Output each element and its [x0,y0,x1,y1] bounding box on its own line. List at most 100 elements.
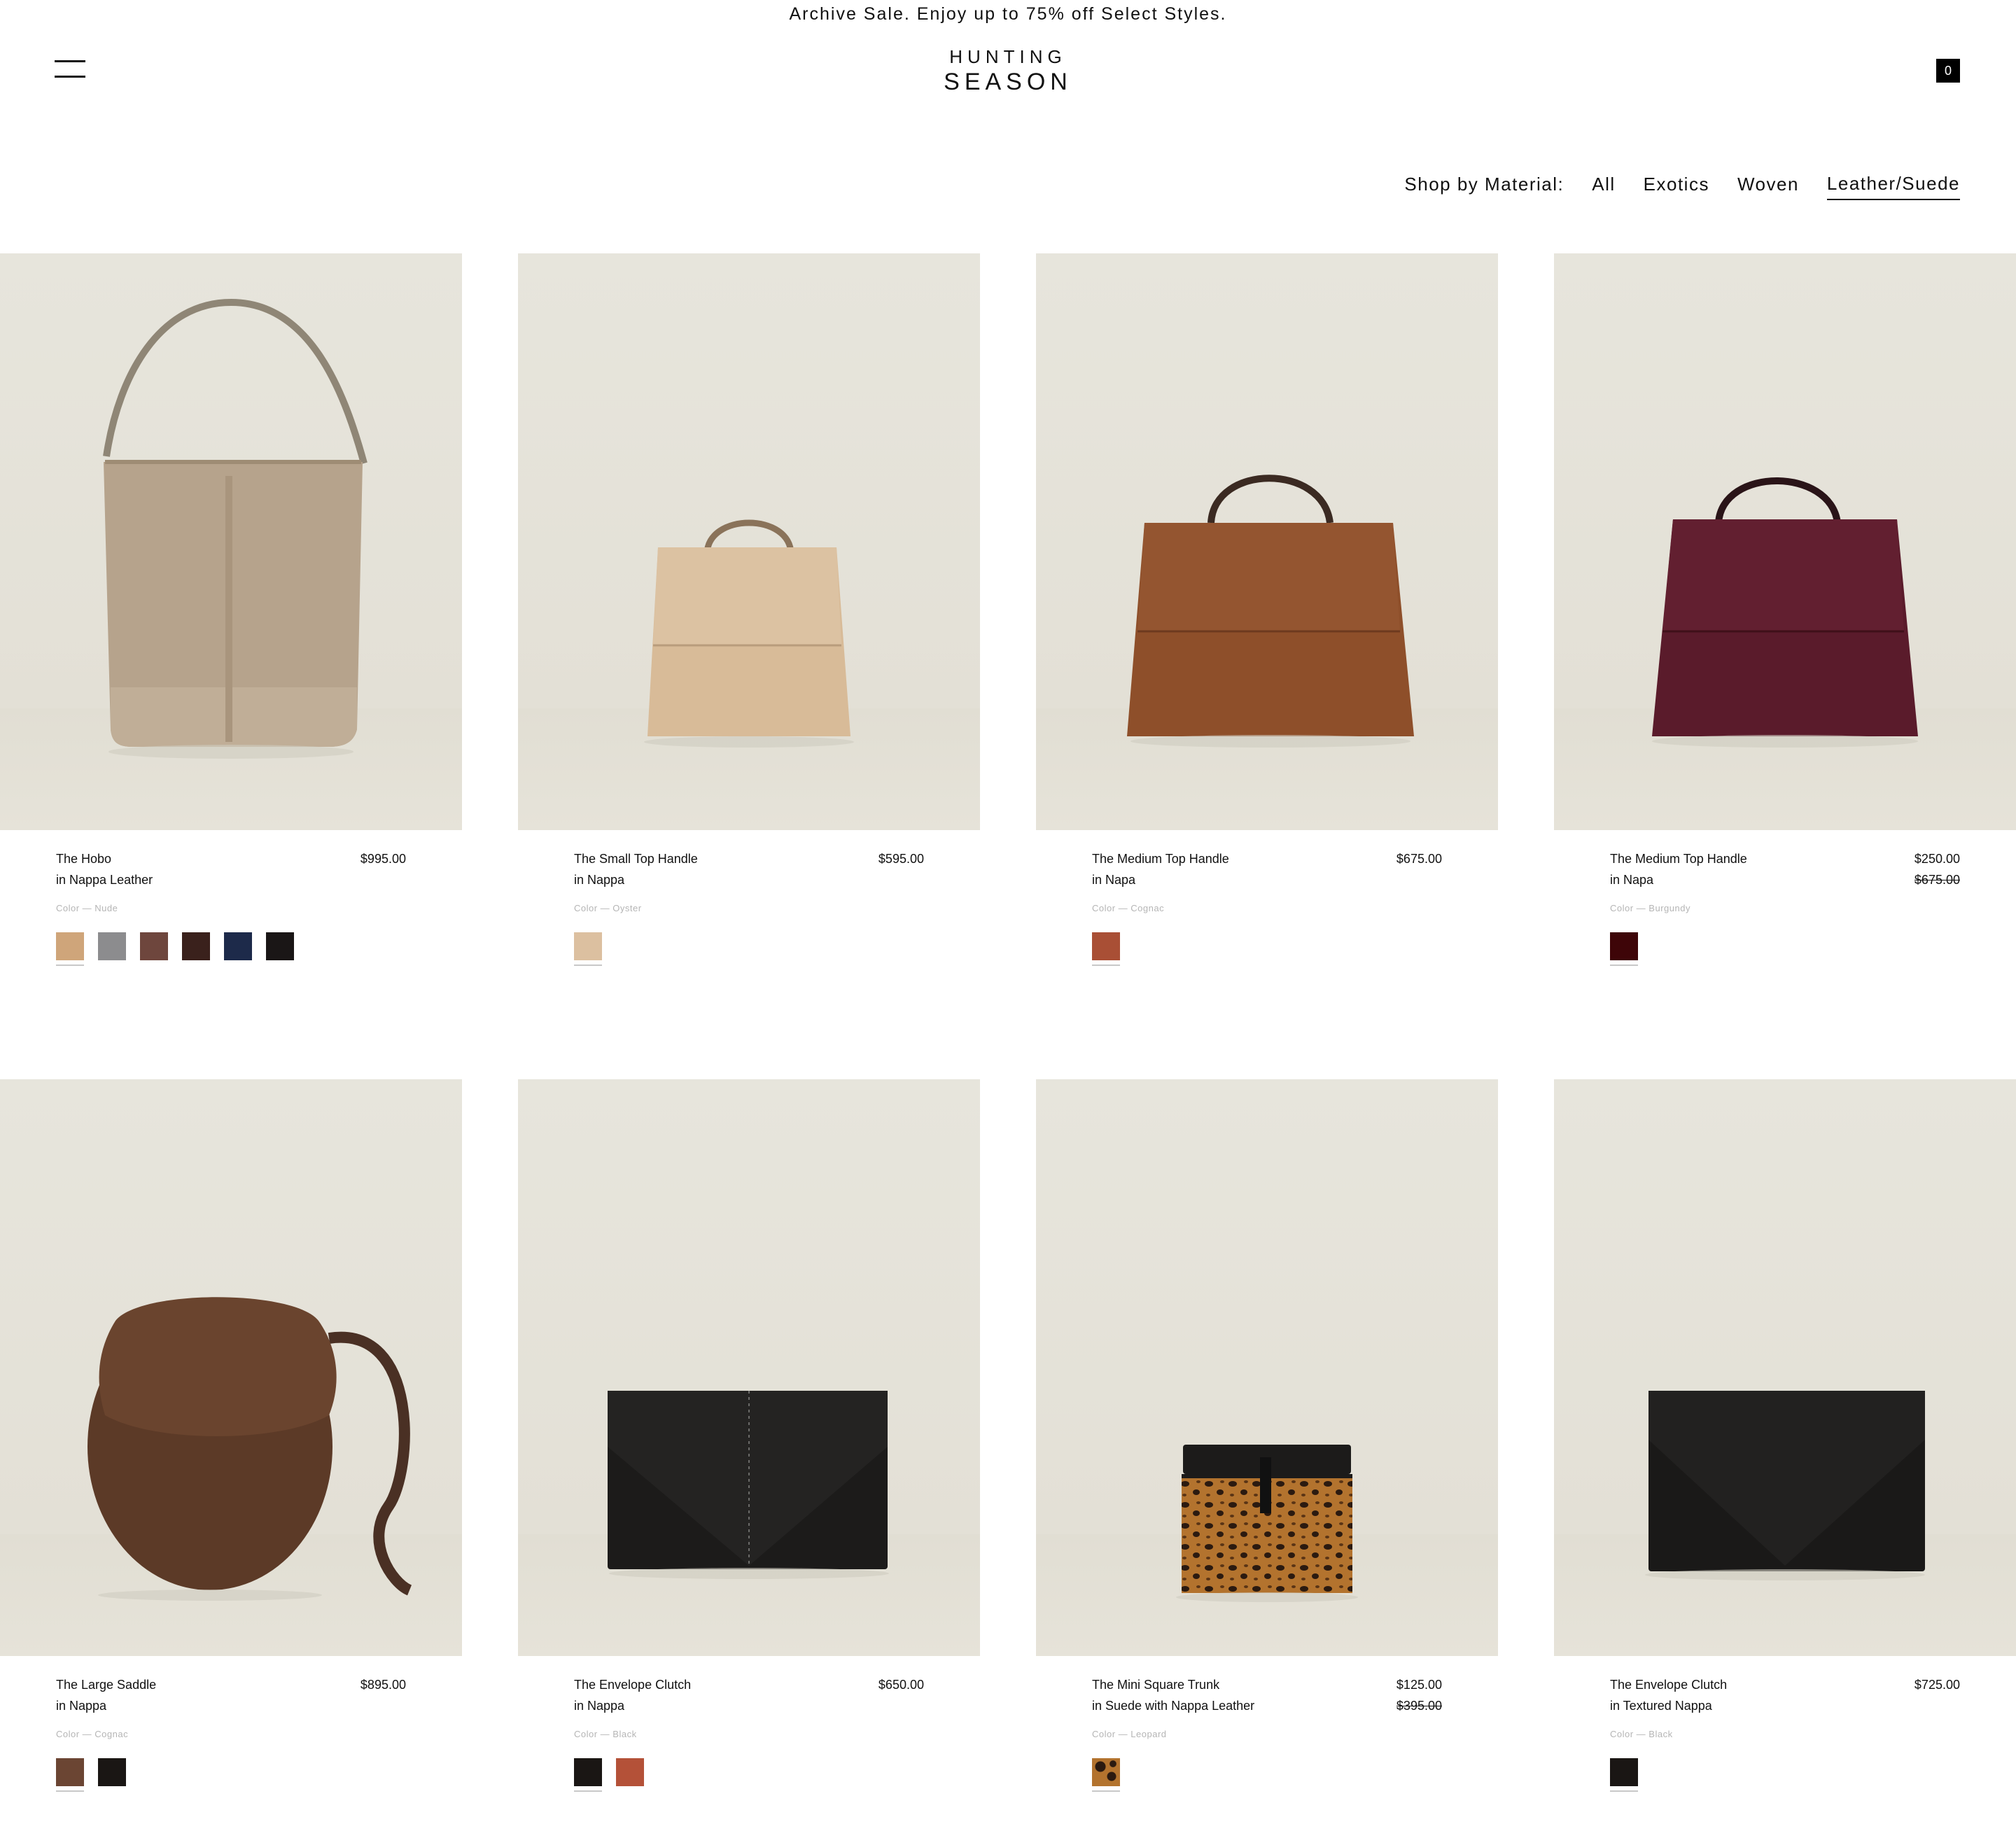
material-filter-exotics[interactable]: Exotics [1644,169,1709,199]
product-name[interactable]: The Medium Top Handle in Napa [1092,848,1372,890]
product-title[interactable]: The Hobo [56,848,336,869]
product-title[interactable]: The Small Top Handle [574,848,854,869]
product-name[interactable]: The Medium Top Handle in Napa [1610,848,1890,890]
product-material: in Nappa [574,873,625,887]
brand-logo-line1: HUNTING [949,46,1067,67]
product-material: in Napa [1092,873,1136,887]
color-swatch[interactable] [224,932,252,960]
product-image[interactable] [1554,253,2016,830]
color-swatches [1092,932,1134,966]
cart-count-badge[interactable]: 0 [1936,59,1960,83]
hamburger-menu-icon[interactable] [55,60,85,78]
medium-top-handle-burgundy-illustration [1652,477,1918,748]
color-swatches [1610,1758,1652,1792]
product-card[interactable]: The Mini Square Trunk in Suede with Napp… [1036,1079,1498,1838]
color-swatches [1092,1758,1134,1792]
product-image[interactable] [1036,1079,1498,1656]
product-image[interactable] [518,253,980,830]
material-filter-woven[interactable]: Woven [1737,169,1799,199]
material-filter-all[interactable]: All [1592,169,1615,199]
product-name[interactable]: The Mini Square Trunk in Suede with Napp… [1092,1674,1372,1716]
product-title[interactable]: The Envelope Clutch [574,1674,854,1695]
product-name[interactable]: The Envelope Clutch in Textured Nappa [1610,1674,1890,1716]
product-title[interactable]: The Medium Top Handle [1092,848,1372,869]
product-price-block: $250.00 $675.00 [1914,848,1960,890]
product-image[interactable] [1036,253,1498,830]
product-image[interactable] [1554,1079,2016,1656]
color-swatch[interactable] [1610,932,1638,966]
envelope-clutch-textured-illustration [1645,1391,1925,1580]
product-price: $595.00 [878,852,924,866]
product-name[interactable]: The Hobo in Nappa Leather [56,848,336,890]
color-swatches [56,932,308,966]
color-swatch[interactable] [56,1758,84,1792]
color-swatch[interactable] [98,932,126,960]
product-price: $650.00 [878,1678,924,1692]
product-material: in Nappa [56,1699,107,1713]
product-title[interactable]: The Large Saddle [56,1674,336,1695]
product-price: $725.00 [1914,1678,1960,1692]
color-label: Color — Leopard [1092,1729,1167,1739]
material-filter-leather-suede[interactable]: Leather/Suede [1826,169,1960,200]
product-price-block: $650.00 [878,1674,924,1695]
color-swatches [574,1758,658,1792]
product-price: $895.00 [360,1678,406,1692]
color-swatch[interactable] [140,932,168,960]
product-title[interactable]: The Envelope Clutch [1610,1674,1890,1695]
product-image[interactable] [0,253,462,830]
product-original-price: $675.00 [1914,873,1960,887]
color-swatch[interactable] [1092,932,1120,966]
product-price-block: $725.00 [1914,1674,1960,1695]
product-original-price: $395.00 [1396,1699,1442,1713]
color-label: Color — Cognac [1092,903,1165,913]
product-image[interactable] [0,1079,462,1656]
color-swatches [574,932,616,966]
color-swatches [1610,932,1652,966]
color-label: Color — Nude [56,903,118,913]
product-name[interactable]: The Envelope Clutch in Nappa [574,1674,854,1716]
color-swatch[interactable] [616,1758,644,1786]
hobo-bag-illustration [103,298,368,759]
product-material: in Nappa [574,1699,625,1713]
product-card[interactable]: The Envelope Clutch in Textured Nappa $7… [1554,1079,2016,1838]
color-swatch[interactable] [266,932,294,960]
announcement-bar: Archive Sale. Enjoy up to 75% off Select… [789,4,1227,24]
product-material: in Nappa Leather [56,873,153,887]
product-card[interactable]: The Medium Top Handle in Napa $250.00 $6… [1554,253,2016,1012]
color-swatch-leopard[interactable] [1092,1758,1120,1792]
product-price-block: $995.00 [360,848,406,869]
product-name[interactable]: The Large Saddle in Nappa [56,1674,336,1716]
color-swatch[interactable] [574,932,602,966]
large-saddle-bag-illustration [88,1297,412,1601]
product-card[interactable]: The Medium Top Handle in Napa $675.00 Co… [1036,253,1498,1012]
color-label: Color — Black [1610,1729,1673,1739]
product-price: $250.00 [1914,852,1960,866]
product-price-block: $675.00 [1396,848,1442,869]
product-title[interactable]: The Medium Top Handle [1610,848,1890,869]
color-label: Color — Oyster [574,903,642,913]
product-card[interactable]: The Large Saddle in Nappa $895.00 Color … [0,1079,462,1838]
product-material: in Napa [1610,873,1654,887]
color-swatch[interactable] [56,932,84,966]
color-swatch[interactable] [98,1758,126,1786]
product-price-block: $125.00 $395.00 [1396,1674,1442,1716]
product-price: $995.00 [360,852,406,866]
product-price: $125.00 [1396,1678,1442,1692]
product-price: $675.00 [1396,852,1442,866]
product-price-block: $595.00 [878,848,924,869]
brand-logo[interactable]: HUNTING SEASON [938,46,1078,97]
color-swatch[interactable] [574,1758,602,1792]
product-title[interactable]: The Mini Square Trunk [1092,1674,1372,1695]
color-label: Color — Black [574,1729,637,1739]
color-label: Color — Burgundy [1610,903,1690,913]
product-card[interactable]: The Hobo in Nappa Leather $995.00 Color … [0,253,462,1012]
product-card[interactable]: The Envelope Clutch in Nappa $650.00 Col… [518,1079,980,1838]
color-swatches [56,1758,140,1792]
product-card[interactable]: The Small Top Handle in Nappa $595.00 Co… [518,253,980,1012]
color-swatch[interactable] [1610,1758,1638,1792]
product-material: in Suede with Nappa Leather [1092,1699,1255,1713]
product-image[interactable] [518,1079,980,1656]
product-material: in Textured Nappa [1610,1699,1712,1713]
product-name[interactable]: The Small Top Handle in Nappa [574,848,854,890]
color-swatch[interactable] [182,932,210,960]
